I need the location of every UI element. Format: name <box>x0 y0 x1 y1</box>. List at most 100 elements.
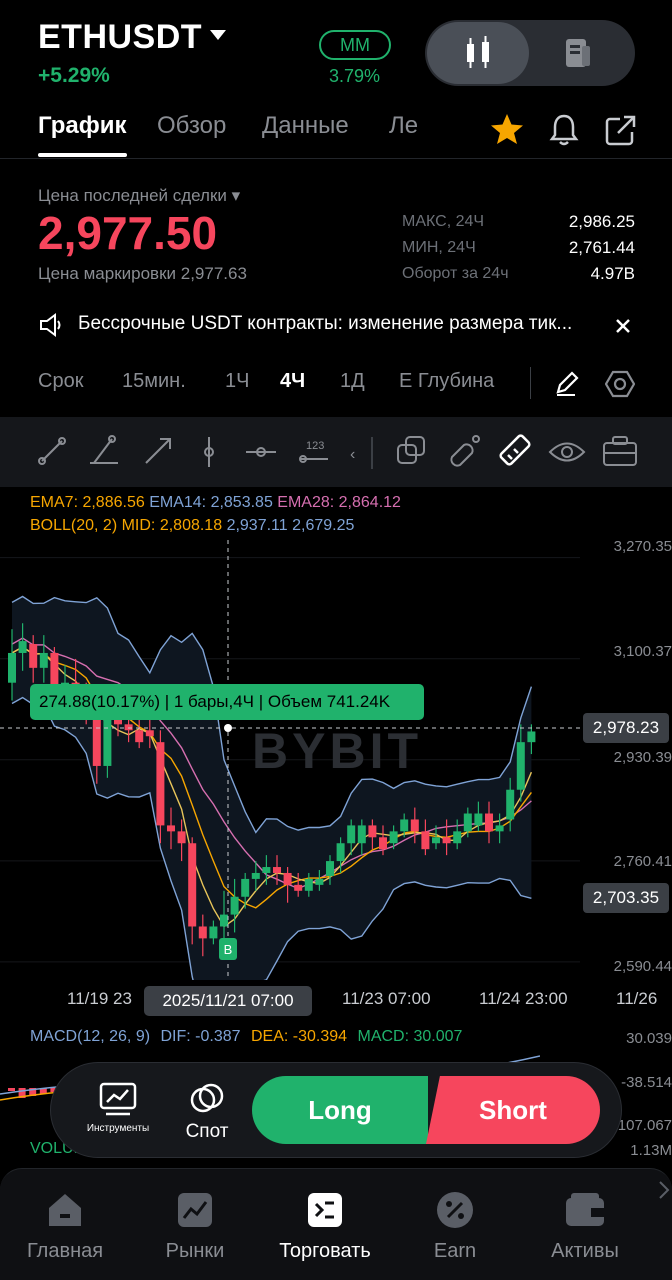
toolbar-more-glyph: ‹ <box>350 446 355 463</box>
nav-home-label: Главная <box>26 1240 104 1262</box>
candles-icon <box>467 36 489 68</box>
last-price-label[interactable]: Цена последней сделки ▾ <box>38 186 240 206</box>
nav-earn[interactable] <box>390 1190 520 1235</box>
price-label-icon-text: 123 <box>306 440 324 452</box>
tf-1d[interactable]: 1Д <box>340 370 365 393</box>
ema-legend[interactable]: EMA7: 2,886.56 EMA14: 2,853.85 EMA28: 2,… <box>30 494 401 512</box>
y-tick: 2,930.39 <box>613 749 672 766</box>
boll-bands-value: 2,937.11 2,679.25 <box>226 517 355 534</box>
tf-period[interactable]: Срок <box>38 370 83 393</box>
nav-trade[interactable] <box>260 1190 390 1235</box>
stat-turnover-value: 4.97B <box>590 264 635 283</box>
nav-trade-label: Торговать <box>279 1240 371 1262</box>
cursor-time-tag: 2025/11/21 07:00 <box>144 986 312 1016</box>
macd-dea: DEA: -30.394 <box>250 1028 348 1045</box>
bell-icon[interactable] <box>548 112 580 148</box>
candle-body <box>262 867 271 873</box>
tab-underline <box>38 153 127 157</box>
current-price-tag: 2,978.23 <box>583 713 669 743</box>
candle-body <box>421 831 430 850</box>
symbol-title[interactable]: ETHUSDT <box>38 18 202 57</box>
nav-assets-label: Активы <box>551 1240 619 1262</box>
candle-body <box>474 813 483 826</box>
nav-markets[interactable] <box>130 1190 260 1235</box>
boll-mid-value: BOLL(20, 2) MID: 2,808.18 <box>30 517 223 534</box>
long-button[interactable]: Long <box>252 1076 428 1144</box>
symbol-dropdown-icon[interactable] <box>210 30 226 40</box>
candle-body <box>432 837 440 844</box>
candle-body <box>103 718 112 766</box>
candle-body <box>251 872 260 879</box>
orderbook-view-button[interactable] <box>560 36 596 75</box>
nav-assets[interactable] <box>520 1190 650 1235</box>
candle-body <box>241 878 250 897</box>
candle-body <box>463 813 472 832</box>
price-label-icon[interactable] <box>299 455 328 463</box>
tab-data[interactable]: Данные <box>262 112 349 140</box>
horizontal-line-icon[interactable] <box>246 447 276 457</box>
tab-more[interactable]: Ле <box>389 112 418 140</box>
settings-hex-icon[interactable] <box>605 369 635 399</box>
boll-legend[interactable]: BOLL(20, 2) MID: 2,808.18 2,937.11 2,679… <box>30 517 354 535</box>
stat-low-value: 2,761.44 <box>568 238 635 257</box>
x-tick: 11/24 23:00 <box>479 989 568 1008</box>
crosshair-point <box>224 724 232 732</box>
trendline-icon[interactable] <box>38 437 66 465</box>
eye-icon[interactable] <box>548 442 586 462</box>
tab-chart[interactable]: График <box>38 112 126 140</box>
ruler-icon[interactable] <box>499 434 531 466</box>
y-tick: 2,760.41 <box>613 853 672 870</box>
candle-body <box>198 926 207 939</box>
toolbox-icon[interactable] <box>603 436 637 466</box>
tf-4h[interactable]: 4Ч <box>280 370 305 393</box>
pencil-icon[interactable] <box>553 369 581 397</box>
candle-body <box>220 914 228 927</box>
megaphone-icon <box>40 313 61 337</box>
candle-body <box>209 926 218 939</box>
macd-legend[interactable]: MACD(12, 26, 9) DIF: -0.387 DEA: -30.394… <box>30 1028 462 1046</box>
tf-depth[interactable]: Е Глубина <box>399 370 494 393</box>
share-icon[interactable] <box>604 113 638 147</box>
ray-icon[interactable] <box>145 438 171 464</box>
ema14-value: EMA14: 2,853.85 <box>149 494 273 511</box>
candle-body <box>39 652 48 668</box>
earn-icon <box>437 1192 473 1228</box>
watermark-logo: BYBIT <box>252 723 422 779</box>
magnet-icon[interactable] <box>450 435 480 467</box>
boll-band-fill <box>12 596 532 980</box>
tf-1h[interactable]: 1Ч <box>225 370 249 393</box>
cursor-price-tag: 2,703.35 <box>583 883 669 913</box>
nav-home[interactable] <box>0 1190 130 1235</box>
angle-icon[interactable] <box>90 435 118 464</box>
candle-body <box>18 641 27 653</box>
candle-body <box>485 813 493 832</box>
star-icon[interactable] <box>489 112 525 146</box>
candle-body <box>347 825 356 844</box>
close-icon[interactable] <box>614 317 632 335</box>
candle-body <box>357 825 366 844</box>
tab-overview[interactable]: Обзор <box>157 112 226 140</box>
spot-button[interactable]: Спот <box>176 1080 238 1143</box>
candle-body <box>29 644 38 668</box>
candle-body <box>506 789 515 820</box>
vertical-line-icon[interactable] <box>204 437 214 467</box>
chart-view-button[interactable] <box>427 22 529 84</box>
candle-body <box>326 861 334 876</box>
copy-icon[interactable] <box>397 436 425 464</box>
macd-value: MACD: 30.007 <box>357 1028 463 1045</box>
candle-body <box>400 819 409 832</box>
candle-body <box>442 837 451 844</box>
y-tick: 3,100.37 <box>613 643 672 660</box>
candle-body <box>294 884 303 891</box>
tf-15m[interactable]: 15мин. <box>122 370 186 393</box>
candle-body <box>230 896 239 915</box>
chart-tools-icon <box>99 1082 137 1116</box>
short-button[interactable]: Short <box>426 1076 600 1144</box>
announcement-text[interactable]: Бессрочные USDT контракты: изменение раз… <box>78 313 572 335</box>
macd-label: MACD(12, 26, 9) <box>30 1028 151 1045</box>
stat-high-value: 2,986.25 <box>568 212 635 231</box>
tools-button[interactable]: Инструменты <box>80 1080 156 1134</box>
mark-price: Цена маркировки 2,977.63 <box>38 264 247 283</box>
y-tick: 3,270.35 <box>613 538 672 555</box>
tf-divider <box>530 367 531 399</box>
